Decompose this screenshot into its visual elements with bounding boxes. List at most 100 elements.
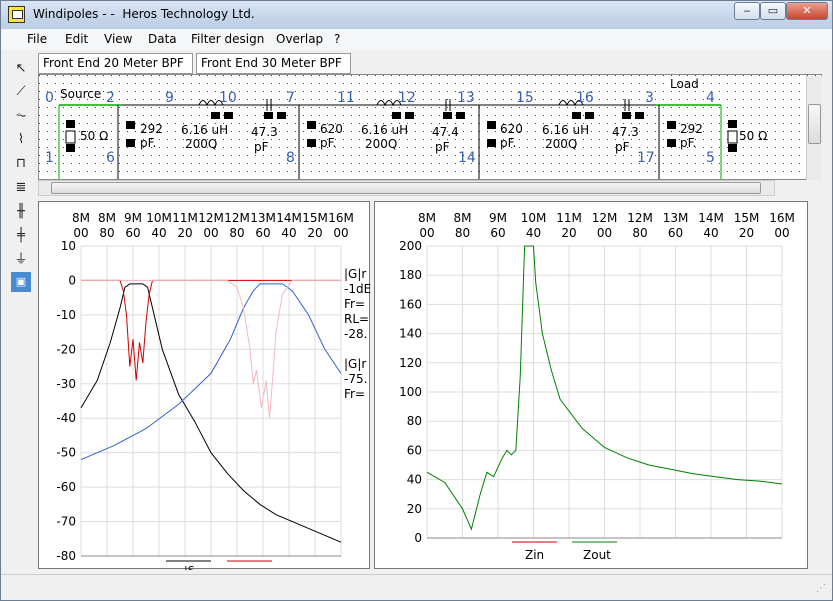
freq-tick-sub: 00 <box>774 226 789 240</box>
freq-tick-sub: 40 <box>281 226 296 240</box>
coil-tool-icon[interactable]: ≣ <box>11 178 31 198</box>
freq-tick-sub: 20 <box>739 226 754 240</box>
c-620-2-unit: pF. <box>500 136 516 150</box>
y-tick-label: 0 <box>414 531 422 545</box>
schematic-horizontal-scrollbar[interactable] <box>38 180 775 196</box>
freq-tick-label: 13M <box>250 211 276 225</box>
y-tick-label: -10 <box>56 308 76 322</box>
close-button[interactable]: ✕ <box>786 2 828 20</box>
freq-tick-label: 10M <box>146 211 172 225</box>
y-tick-label: -20 <box>56 342 76 356</box>
wire-tool-icon[interactable]: ⟋ <box>11 82 31 102</box>
y-tick-label: 80 <box>407 414 422 428</box>
freq-tick-sub: 00 <box>419 226 434 240</box>
capacitor-vertical-tool-icon[interactable]: ╪ <box>11 226 31 246</box>
node-14: 14 <box>458 150 476 166</box>
node-1: 1 <box>45 150 54 166</box>
freq-tick-label: 8M <box>454 211 472 225</box>
resize-grip-icon[interactable]: ⋰ <box>816 583 826 594</box>
tool-palette: ↖ ⟋ ⏦ ⌇ ⊓ ≣ ╫ ╪ ⏚ ▣ <box>9 59 35 299</box>
vscroll-thumb[interactable] <box>808 104 821 144</box>
tab-30-meter-bpf[interactable]: Front End 30 Meter BPF <box>196 53 351 74</box>
hscroll-thumb[interactable] <box>51 182 761 194</box>
resistor-tool-icon[interactable]: ⏦ <box>11 106 31 126</box>
y-tick-label: 200 <box>399 239 422 253</box>
title-bar[interactable]: Windipoles - - Heros Technology Ltd. ‒ ▭… <box>1 1 832 29</box>
node-13: 13 <box>457 90 475 106</box>
menu-edit[interactable]: Edit <box>65 32 88 46</box>
source-label: Source <box>60 87 101 101</box>
image-tool-icon[interactable]: ▣ <box>11 272 31 292</box>
pointer-tool-icon[interactable]: ↖ <box>11 59 31 79</box>
c-620-1-value: 620 <box>320 122 343 136</box>
freq-tick-label: 14M <box>276 211 302 225</box>
capacitor-tool-icon[interactable]: ╫ <box>11 202 31 222</box>
y-tick-label: -60 <box>56 480 76 494</box>
source-resistor-value: 50 Ω <box>80 129 108 143</box>
readout-line: -1dE <box>344 282 371 296</box>
inductor-tool-icon[interactable]: ⌇ <box>11 130 31 150</box>
l3-value: 6.16 uH <box>542 123 589 137</box>
readout-line: -28. <box>344 327 367 341</box>
ground-tool-icon[interactable]: ⏚ <box>11 250 31 270</box>
freq-tick-label: 10M <box>521 211 547 225</box>
y-tick-label: 20 <box>407 502 422 516</box>
freq-tick-sub: 80 <box>99 226 114 240</box>
c-47-3-1-value: 47.3 <box>251 125 278 139</box>
l1-q: 200Q <box>185 137 217 151</box>
freq-tick-label: 12M <box>224 211 250 225</box>
load-resistor-value: 50 Ω <box>739 129 767 143</box>
menu-help[interactable]: ? <box>334 32 340 46</box>
menu-overlap[interactable]: Overlap <box>276 32 323 46</box>
y-tick-label: 10 <box>61 239 76 253</box>
impedance-chart: 8M008M809M6010M4011M2012M0012M8013M6014M… <box>399 211 795 562</box>
menu-filter-design[interactable]: Filter design <box>191 32 264 46</box>
node-12: 12 <box>398 90 416 106</box>
minimize-button[interactable]: ‒ <box>734 2 760 20</box>
c-620-1-unit: pF. <box>320 136 336 150</box>
response-plot[interactable]: 8M 00 8M 80 9M 60 10M 40 11M 20 12M 00 12M 80 13M 60 14M… <box>38 201 371 577</box>
freq-tick-label: 12M <box>592 211 618 225</box>
node-15: 15 <box>516 90 534 106</box>
freq-tick-label: 9M <box>489 211 507 225</box>
freq-tick-sub: 40 <box>151 226 166 240</box>
schematic-vertical-scrollbar[interactable] <box>806 76 822 180</box>
readout-line: |G|r <box>344 267 366 281</box>
l3-q: 200Q <box>545 137 577 151</box>
c-292-left-value: 292 <box>140 122 163 136</box>
y-tick-label: 120 <box>399 356 422 370</box>
menu-data[interactable]: Data <box>148 32 177 46</box>
transformer-tool-icon[interactable]: ⊓ <box>11 154 31 174</box>
menu-view[interactable]: View <box>104 32 132 46</box>
node-2: 2 <box>106 90 115 106</box>
tab-20-meter-bpf[interactable]: Front End 20 Meter BPF <box>38 53 193 74</box>
freq-tick-sub: 20 <box>307 226 322 240</box>
c-47-3-2-unit: pF <box>615 140 630 154</box>
freq-tick-sub: 00 <box>333 226 348 240</box>
freq-tick-label: 8M <box>98 211 116 225</box>
menu-file[interactable]: File <box>27 32 47 46</box>
freq-tick-label: 12M <box>627 211 653 225</box>
freq-tick-sub: 60 <box>668 226 683 240</box>
freq-tick-label: 8M <box>418 211 436 225</box>
readout-line: |G|r <box>344 357 366 371</box>
node-0: 0 <box>45 90 54 106</box>
freq-tick-sub: 80 <box>632 226 647 240</box>
freq-tick-sub: 00 <box>73 226 88 240</box>
load-label: Load <box>670 77 699 91</box>
app-window: Windipoles - - Heros Technology Ltd. ‒ ▭… <box>0 0 833 601</box>
node-16: 16 <box>576 90 594 106</box>
c-47-3-2-value: 47.3 <box>612 125 639 139</box>
readout-line: RL= <box>344 312 369 326</box>
schematic-canvas[interactable]: 0 2 9 10 7 11 12 13 15 16 3 4 1 6 8 14 1… <box>38 74 822 180</box>
freq-tick-label: 15M <box>302 211 328 225</box>
node-9: 9 <box>165 90 174 106</box>
c-292-right-unit: pF. <box>680 136 696 150</box>
freq-tick-label: 11M <box>172 211 198 225</box>
legend-label-s: |S <box>184 564 195 570</box>
y-tick-label: -70 <box>56 515 76 529</box>
maximize-button[interactable]: ▭ <box>760 2 786 20</box>
load-resistor-icon <box>727 120 738 152</box>
impedance-plot[interactable]: 8M 00 8M 80 9M 60 10M 40 11M 20 12M 00 12M 80 13M 60 14M… <box>374 201 808 569</box>
freq-tick-label: 8M <box>72 211 90 225</box>
